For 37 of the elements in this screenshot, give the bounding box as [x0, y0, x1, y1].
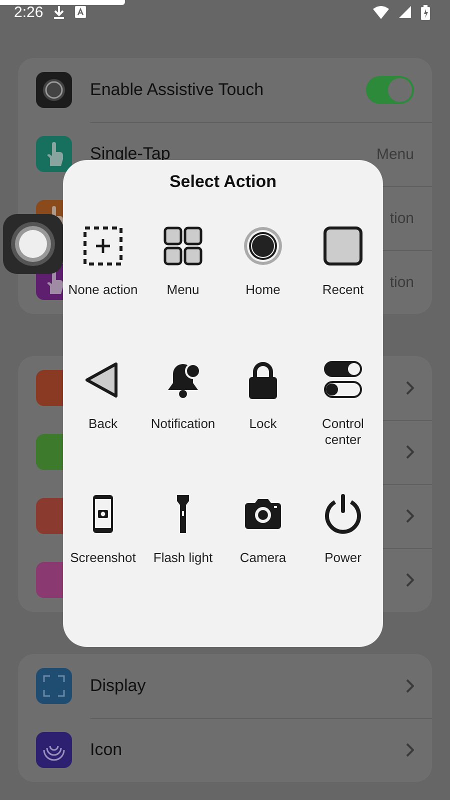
- dialog-title: Select Action: [168, 172, 278, 192]
- action-option[interactable]: Lock: [223, 360, 303, 468]
- setting-label: Display: [90, 676, 147, 696]
- setting-label: Icon: [90, 740, 124, 760]
- dashed-plus-icon: [83, 226, 123, 266]
- action-option[interactable]: Recent: [303, 226, 383, 334]
- power-icon: [323, 494, 363, 534]
- square-icon: [323, 226, 363, 266]
- action-option[interactable]: Notification: [143, 360, 223, 468]
- action-option[interactable]: Power: [303, 494, 383, 602]
- battery-icon: [421, 4, 430, 20]
- signal-icon: [399, 6, 411, 18]
- toggle-switches-icon: [323, 360, 363, 400]
- chevron-right-icon[interactable]: [406, 573, 414, 587]
- action-option[interactable]: Home: [223, 226, 303, 334]
- assistive-touch-button[interactable]: [3, 214, 63, 274]
- chevron-right-icon[interactable]: [406, 743, 414, 757]
- chevron-right-icon[interactable]: [406, 509, 414, 523]
- action-option[interactable]: Camera: [223, 494, 303, 602]
- action-option[interactable]: Screenshot: [63, 494, 143, 602]
- grid-icon: [163, 226, 203, 266]
- wifi-icon: [373, 6, 389, 18]
- home-button-icon: [243, 226, 283, 266]
- action-option[interactable]: Flash light: [143, 494, 223, 602]
- action-option[interactable]: Back: [63, 360, 143, 468]
- toggle-switch[interactable]: [366, 76, 414, 104]
- download-icon: [53, 5, 66, 19]
- action-option[interactable]: None action: [63, 226, 143, 334]
- chevron-right-icon[interactable]: [406, 445, 414, 459]
- action-option[interactable]: Control center: [303, 360, 383, 468]
- setting-label: Single-Tap: [90, 144, 172, 164]
- action-option[interactable]: Menu: [143, 226, 223, 334]
- status-time: 2:26: [14, 4, 44, 20]
- keyboard-letter-icon: [75, 6, 86, 18]
- setting-label: Enable Assistive Touch: [90, 80, 265, 100]
- chevron-right-icon[interactable]: [406, 679, 414, 693]
- chevron-right-icon[interactable]: [406, 381, 414, 395]
